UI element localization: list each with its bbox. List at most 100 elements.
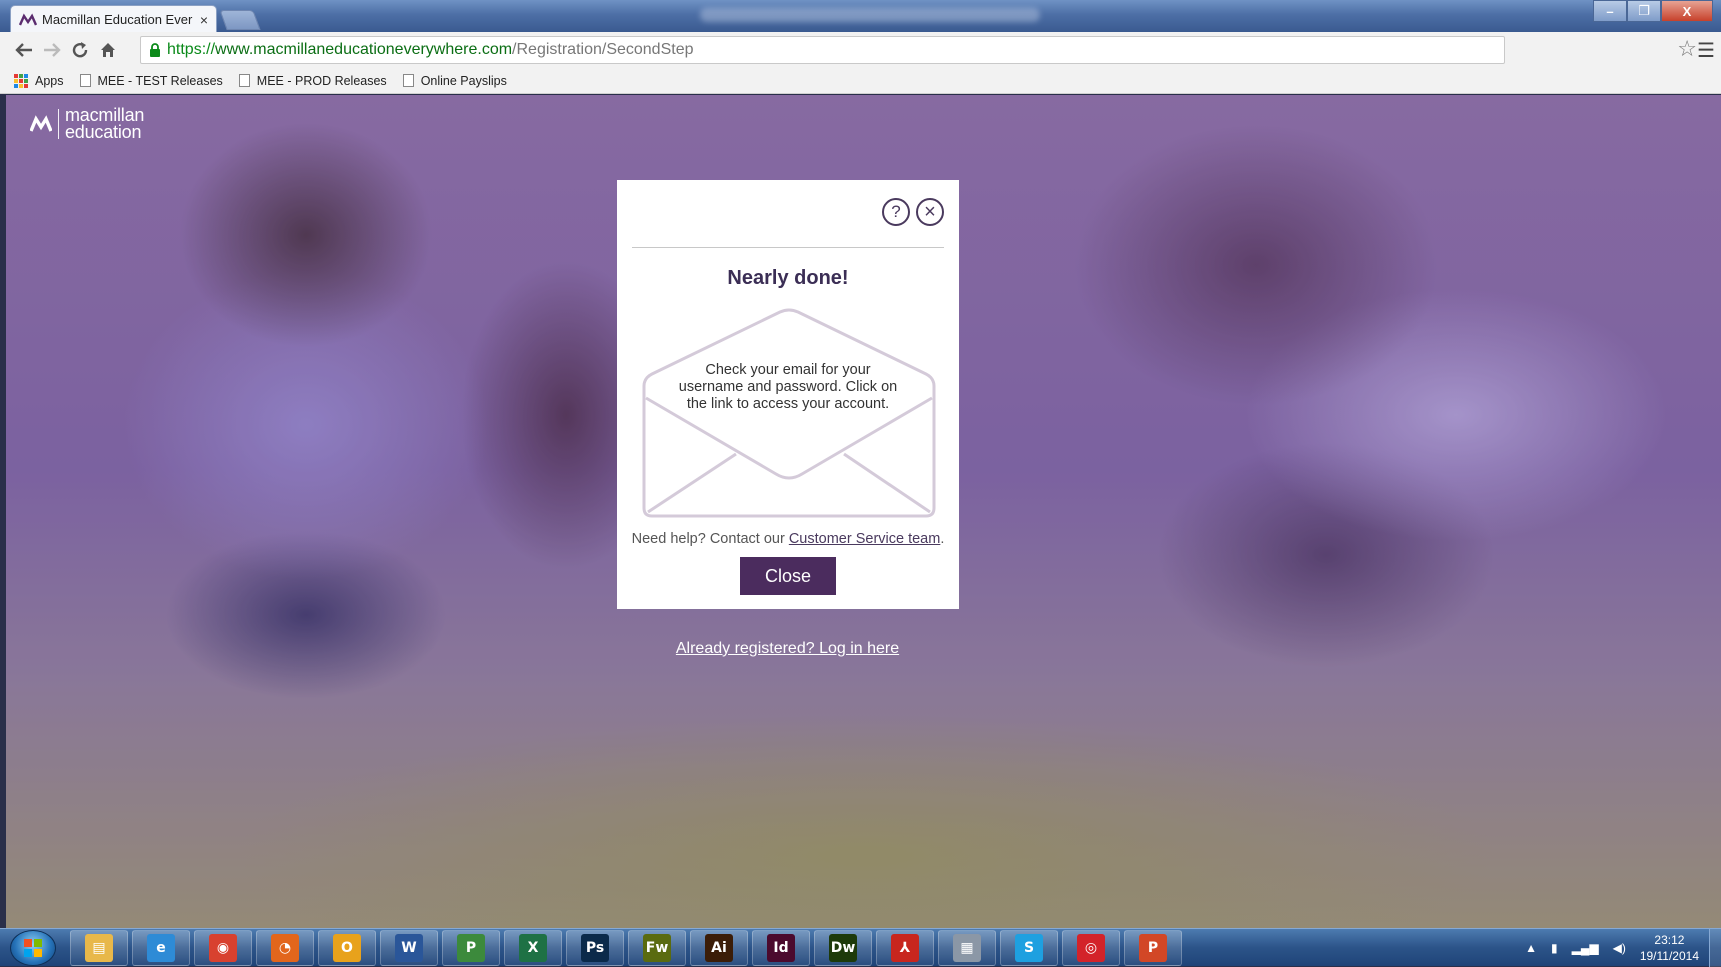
logo-text: macmillan education (65, 105, 145, 142)
taskbar-excel-button[interactable]: X (504, 929, 562, 966)
registration-complete-dialog: ? × Nearly done! Check your email for yo… (617, 180, 959, 609)
help-text: Need help? Contact our Customer Service … (631, 531, 945, 547)
internet-explorer-icon: e (147, 933, 175, 962)
windows-logo-icon (24, 938, 42, 957)
restore-button[interactable]: ❐ (1627, 0, 1661, 22)
back-arrow-icon[interactable] (10, 36, 38, 64)
dialog-header: ? × (632, 180, 944, 248)
bookmark-star-icon[interactable]: ☆ (1677, 36, 1697, 62)
power-icon[interactable]: ▮ (1551, 941, 1558, 955)
taskbar-acrobat-button[interactable]: ⅄ (876, 929, 934, 966)
page-viewport: macmillan education ? × Nearly done! Che… (6, 95, 1721, 928)
photoshop-icon: Ps (581, 933, 609, 962)
taskbar-internet-explorer-button[interactable]: e (132, 929, 190, 966)
logo-divider (58, 109, 59, 139)
system-tray: ▲ ▮ ▂▄▆ ◀) 23:12 19/11/2014 (1525, 929, 1721, 967)
show-desktop-button[interactable] (1709, 929, 1721, 967)
firefox-icon: ◔ (271, 933, 299, 962)
close-button[interactable]: Close (740, 557, 836, 595)
tab-close-icon[interactable]: × (200, 12, 208, 28)
taskbar-firefox-button[interactable]: ◔ (256, 929, 314, 966)
menu-hamburger-icon[interactable]: ☰ (1697, 38, 1715, 63)
taskbar-dreamweaver-button[interactable]: Dw (814, 929, 872, 966)
bookmark-apps[interactable]: Apps (14, 73, 64, 88)
url-path: /Registration/SecondStep (512, 41, 694, 58)
network-signal-icon[interactable]: ▂▄▆ (1572, 941, 1599, 955)
bookmark-label: MEE - TEST Releases (97, 73, 223, 88)
tray-expand-icon[interactable]: ▲ (1525, 941, 1537, 955)
indesign-icon: Id (767, 933, 795, 962)
close-icon[interactable]: × (916, 198, 944, 226)
login-link[interactable]: Already registered? Log in here (6, 640, 1569, 658)
macmillan-favicon-icon (19, 13, 37, 25)
apps-grid-icon (14, 73, 28, 88)
calculator-icon: ▦ (953, 933, 981, 962)
bookmark-label: Apps (35, 73, 64, 88)
chrome-icon: ◉ (209, 933, 237, 962)
browser-window: Macmillan Education Ever × – ❐ X https:/… (0, 0, 1721, 967)
page-icon (238, 74, 250, 87)
taskbar-photoshop-button[interactable]: Ps (566, 929, 624, 966)
clock-time: 23:12 (1654, 933, 1685, 947)
window-title-blurred (700, 8, 1040, 22)
dialog-title: Nearly done! (727, 267, 849, 289)
taskbar-indesign-button[interactable]: Id (752, 929, 810, 966)
taskbar-project-button[interactable]: P (442, 929, 500, 966)
taskbar-chrome-button[interactable]: ◉ (194, 929, 252, 966)
creative-cloud-icon: ◎ (1077, 933, 1105, 962)
taskbar-powerpoint-button[interactable]: P (1124, 929, 1182, 966)
skype-icon: S (1015, 933, 1043, 962)
window-controls: – ❐ X (1593, 0, 1713, 24)
envelope-icon (642, 308, 936, 518)
tab-title: Macmillan Education Ever (42, 12, 193, 27)
taskbar-creative-cloud-button[interactable]: ◎ (1062, 929, 1120, 966)
clock[interactable]: 23:12 19/11/2014 (1640, 932, 1699, 964)
page-icon (402, 74, 414, 87)
taskbar-fireworks-button[interactable]: Fw (628, 929, 686, 966)
taskbar-illustrator-button[interactable]: Ai (690, 929, 748, 966)
dreamweaver-icon: Dw (829, 933, 857, 962)
macmillan-logo-mark-icon (30, 115, 52, 132)
new-tab-button[interactable] (219, 10, 261, 30)
powerpoint-icon: P (1139, 933, 1167, 962)
taskbar-skype-button[interactable]: S (1000, 929, 1058, 966)
lock-icon (150, 43, 160, 57)
browser-tab[interactable]: Macmillan Education Ever × (10, 5, 217, 33)
word-icon: W (395, 933, 423, 962)
reload-icon[interactable] (66, 36, 94, 64)
project-icon: P (457, 933, 485, 962)
url-host: https://www.macmillaneducationeverywhere… (167, 41, 513, 58)
taskbar-calculator-button[interactable]: ▦ (938, 929, 996, 966)
acrobat-icon: ⅄ (891, 933, 919, 962)
taskbar-apps: ▤ e ◉ ◔ O W P X Ps Fw Ai Id Dw ⅄ ▦ S ◎ P (70, 929, 1186, 966)
customer-service-link[interactable]: Customer Service team (789, 531, 941, 547)
address-bar[interactable]: https://www.macmillaneducationeverywhere… (140, 36, 1505, 64)
bookmark-label: Online Payslips (420, 73, 507, 88)
page-icon (79, 74, 91, 87)
taskbar-word-button[interactable]: W (380, 929, 438, 966)
window-close-button[interactable]: X (1661, 0, 1713, 22)
explorer-icon: ▤ (85, 933, 113, 962)
volume-icon[interactable]: ◀) (1613, 941, 1626, 955)
macmillan-logo[interactable]: macmillan education (30, 105, 145, 142)
taskbar-outlook-button[interactable]: O (318, 929, 376, 966)
windows-taskbar: ▤ e ◉ ◔ O W P X Ps Fw Ai Id Dw ⅄ ▦ S ◎ P ▲ ▮ ▂▄▆ ◀) 23:12… (0, 928, 1721, 967)
home-icon[interactable] (94, 36, 122, 64)
start-button[interactable] (10, 929, 56, 966)
clock-date: 19/11/2014 (1639, 949, 1699, 963)
help-icon[interactable]: ? (882, 198, 910, 226)
bookmark-label: MEE - PROD Releases (256, 73, 387, 88)
instructions-text: Check your email for your username and p… (678, 362, 898, 412)
outlook-icon: O (333, 933, 361, 962)
bookmark-online-payslips[interactable]: Online Payslips (402, 73, 507, 88)
browser-toolbar: https://www.macmillaneducationeverywhere… (0, 32, 1721, 68)
title-bar: Macmillan Education Ever × – ❐ X (0, 0, 1721, 33)
minimize-button[interactable]: – (1593, 0, 1627, 22)
illustrator-icon: Ai (705, 933, 733, 962)
bookmark-mee-prod-releases[interactable]: MEE - PROD Releases (238, 73, 387, 88)
bookmark-mee-test-releases[interactable]: MEE - TEST Releases (79, 73, 223, 88)
fireworks-icon: Fw (643, 933, 671, 962)
forward-arrow-icon[interactable] (38, 36, 66, 64)
taskbar-explorer-button[interactable]: ▤ (70, 929, 128, 966)
excel-icon: X (519, 933, 547, 962)
